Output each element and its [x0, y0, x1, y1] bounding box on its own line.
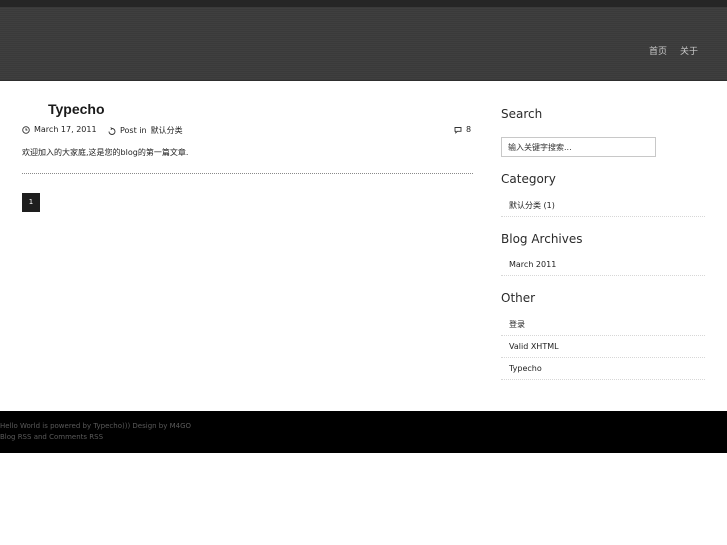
post-comments[interactable]: 8: [454, 125, 471, 134]
folder-icon: [108, 126, 116, 135]
list-item: March 2011: [501, 254, 705, 276]
other-heading: Other: [501, 291, 536, 305]
search-heading: Search: [501, 107, 543, 121]
post-comments-count: 8: [466, 125, 472, 134]
category-link[interactable]: 默认分类: [509, 201, 541, 210]
nav-item-about[interactable]: 关于: [680, 44, 698, 57]
list-item: Typecho: [501, 358, 705, 380]
archives-heading: Blog Archives: [501, 232, 583, 246]
archive-link[interactable]: March 2011: [509, 260, 556, 269]
post-meta: March 17, 2011 Post in 默认分类 8: [22, 125, 473, 137]
page-link-current[interactable]: 1: [22, 193, 40, 212]
category-count: (1): [543, 201, 555, 210]
typecho-link[interactable]: Typecho: [509, 364, 542, 373]
site-footer: Hello World is powered by Typecho))) Des…: [0, 411, 727, 453]
category-heading: Category: [501, 172, 556, 186]
post-divider: [22, 173, 473, 174]
comments-rss-link[interactable]: Comments RSS: [49, 433, 103, 441]
post-title[interactable]: Typecho: [48, 101, 105, 117]
login-link[interactable]: 登录: [509, 320, 525, 329]
post-category: Post in 默认分类: [108, 125, 183, 136]
clock-icon: [22, 125, 30, 134]
search-input[interactable]: [501, 137, 656, 157]
category-list: 默认分类 (1): [501, 195, 705, 217]
valid-xhtml-link[interactable]: Valid XHTML: [509, 342, 559, 351]
pagination: 1: [22, 193, 40, 212]
other-list: 登录 Valid XHTML Typecho: [501, 314, 705, 380]
comment-icon: [454, 126, 462, 134]
list-item: 默认分类 (1): [501, 195, 705, 217]
archives-list: March 2011: [501, 254, 705, 276]
top-strip: [0, 0, 727, 7]
post-category-link[interactable]: 默认分类: [151, 125, 183, 136]
list-item: 登录: [501, 314, 705, 336]
site-header: 首页 关于: [0, 7, 727, 81]
post-excerpt: 欢迎加入的大家庭,这是您的blog的第一篇文章.: [22, 148, 189, 157]
post-date: March 17, 2011: [22, 125, 97, 134]
footer-and: and: [33, 433, 47, 441]
list-item: Valid XHTML: [501, 336, 705, 358]
post-category-prefix: Post in: [120, 126, 147, 135]
blog-rss-link[interactable]: Blog RSS: [0, 433, 31, 441]
nav-item-home[interactable]: 首页: [649, 44, 667, 57]
post-date-text: March 17, 2011: [34, 125, 97, 134]
top-nav: 首页 关于: [649, 44, 698, 57]
footer-rss-line: Blog RSS and Comments RSS: [0, 432, 103, 442]
footer-credits: Hello World is powered by Typecho))) Des…: [0, 422, 192, 430]
